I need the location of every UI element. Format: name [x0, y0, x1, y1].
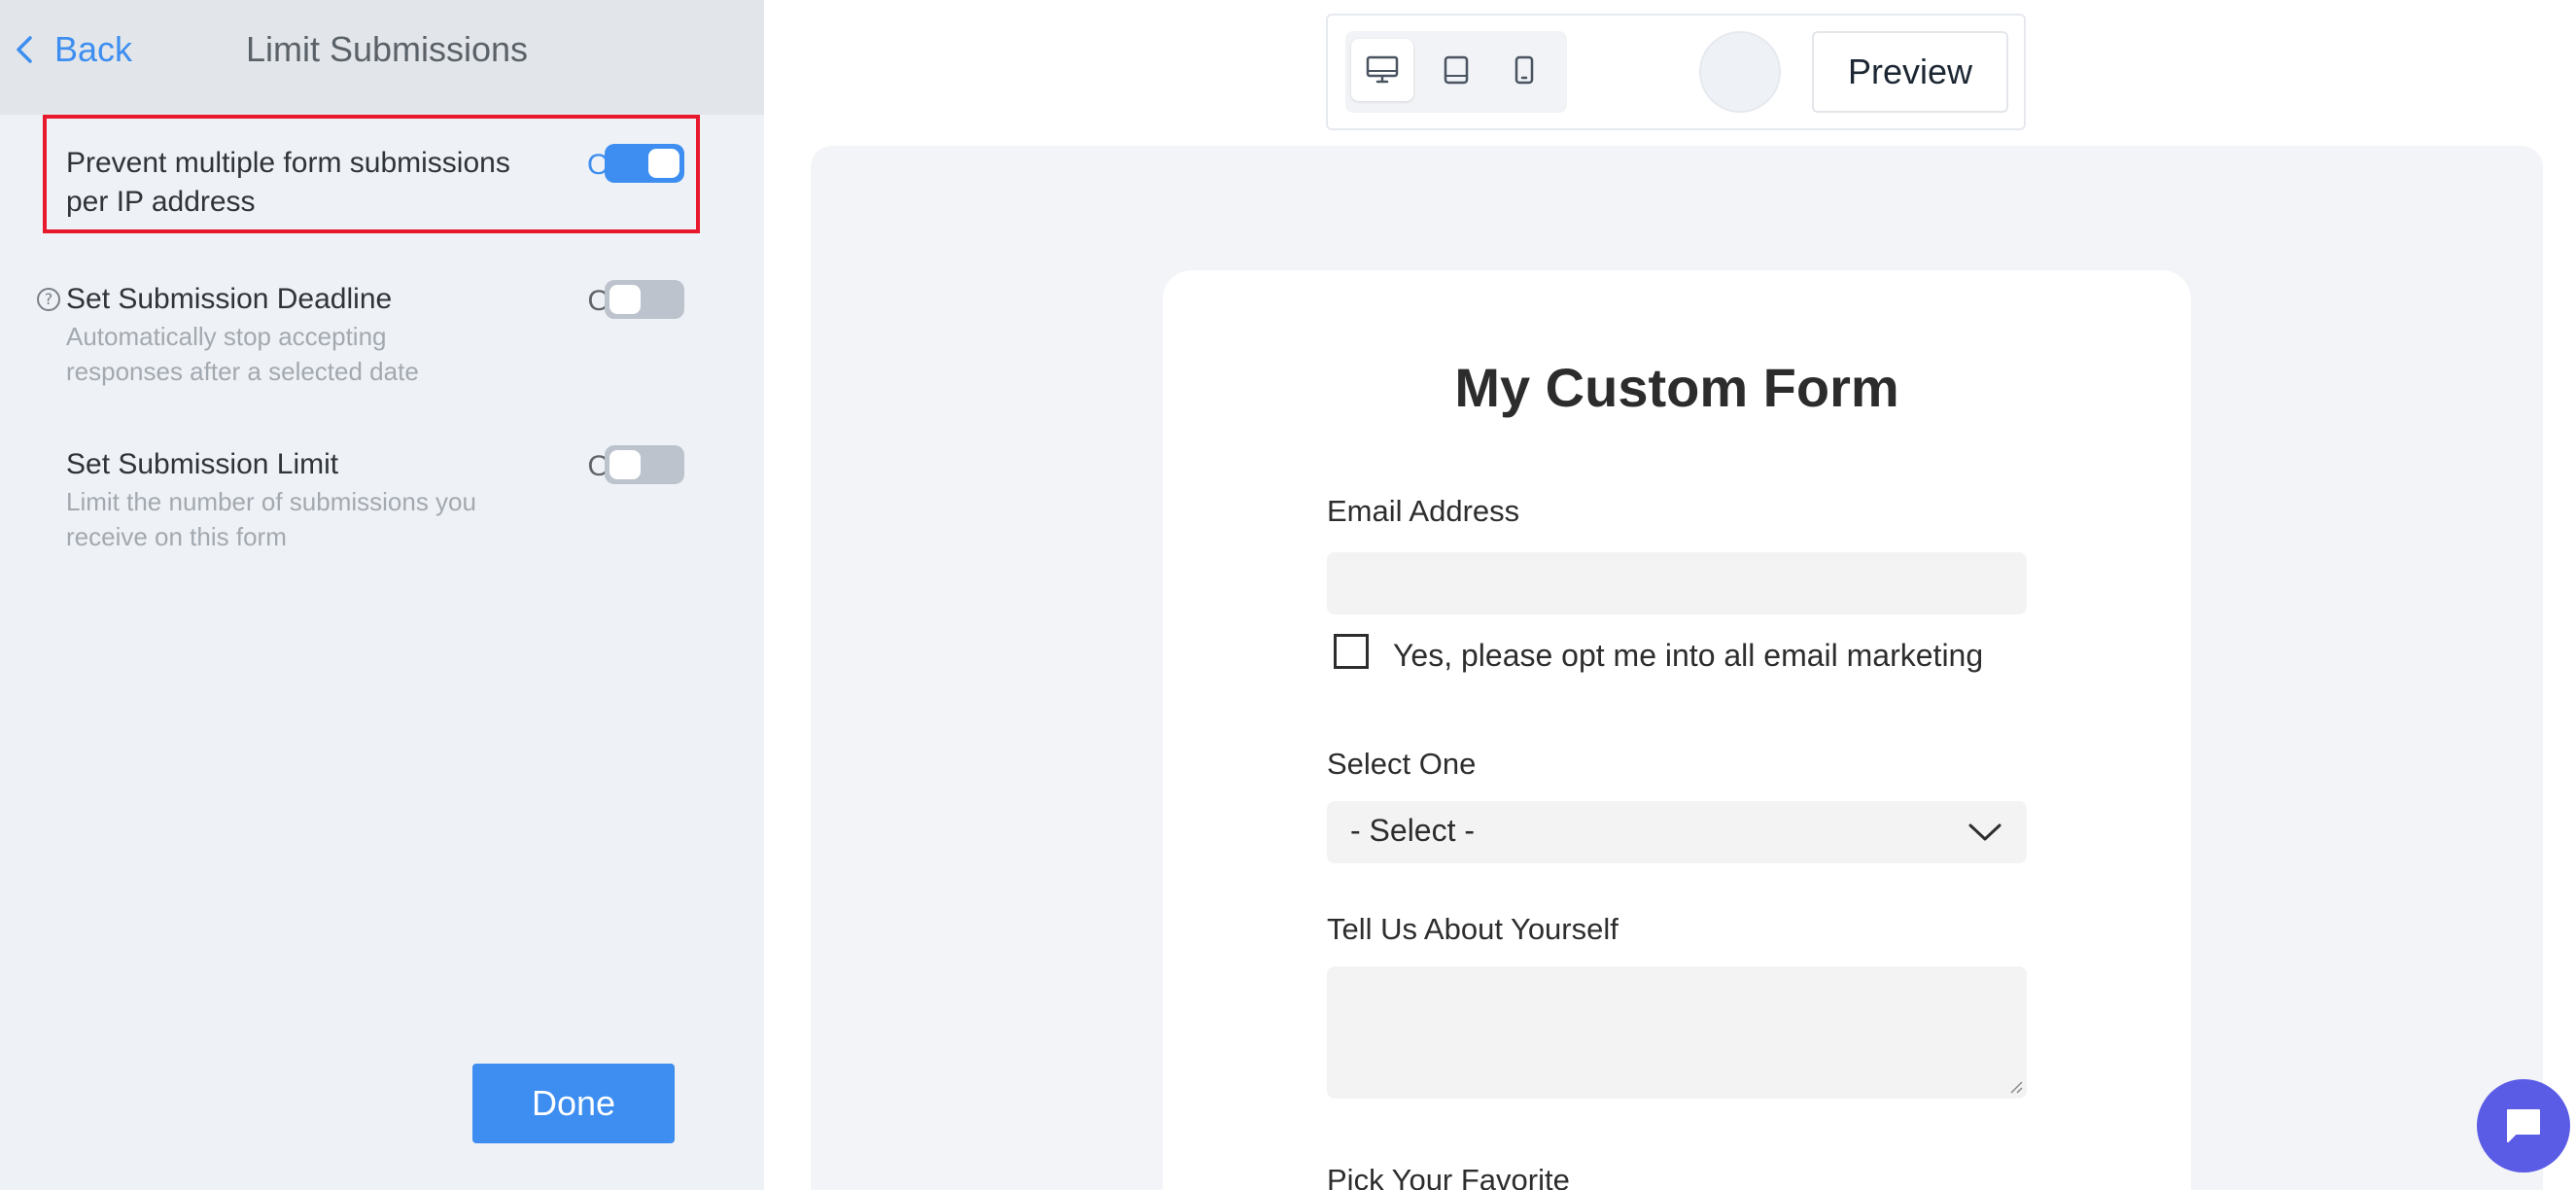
chevron-down-icon	[1968, 823, 2002, 841]
device-switcher	[1345, 31, 1567, 113]
panel-header: Back Limit Submissions	[0, 0, 764, 115]
setting-label: Set Submission Deadline	[66, 283, 393, 315]
resize-grip-icon[interactable]	[2008, 1079, 2024, 1095]
setting-label: Set Submission Limit	[66, 448, 339, 480]
favorite-label: Pick Your Favorite	[1327, 1163, 1570, 1190]
setting-submission-limit: Set Submission Limit Limit the number of…	[66, 445, 727, 554]
optin-label: Yes, please opt me into all email market…	[1393, 638, 1984, 673]
setting-description: Limit the number of submissions you rece…	[66, 487, 476, 551]
desktop-icon	[1366, 55, 1399, 84]
desktop-view-button[interactable]	[1351, 39, 1413, 101]
help-icon[interactable]: ?	[37, 288, 60, 311]
select-value: - Select -	[1350, 813, 1476, 848]
email-field[interactable]	[1327, 552, 2027, 614]
chat-icon	[2507, 1109, 2540, 1142]
setting-description: Automatically stop accepting responses a…	[66, 322, 419, 386]
setting-submission-deadline: Set Submission Deadline Automatically st…	[66, 280, 727, 389]
done-button[interactable]: Done	[472, 1064, 675, 1143]
toggle-knob	[609, 285, 641, 314]
select-label: Select One	[1327, 747, 1477, 781]
panel-title: Limit Submissions	[245, 29, 529, 69]
about-label: Tell Us About Yourself	[1327, 912, 1619, 946]
optin-checkbox[interactable]	[1334, 634, 1369, 669]
toggle-knob	[609, 450, 641, 479]
mobile-icon	[1514, 55, 1534, 85]
select-one-dropdown[interactable]: - Select -	[1327, 801, 2027, 863]
tablet-icon	[1444, 55, 1469, 85]
tablet-view-button[interactable]	[1425, 39, 1487, 101]
avatar[interactable]	[1699, 31, 1781, 113]
editor-toolbar: Preview	[1326, 14, 2026, 130]
email-label: Email Address	[1327, 494, 1520, 528]
submission-limit-toggle[interactable]	[605, 445, 684, 484]
mobile-view-button[interactable]	[1493, 39, 1555, 101]
settings-panel: Back Limit Submissions Prevent multiple …	[0, 0, 764, 1190]
submission-deadline-toggle[interactable]	[605, 280, 684, 319]
about-textarea[interactable]	[1327, 966, 2027, 1099]
highlight-box	[43, 115, 700, 233]
preview-button[interactable]: Preview	[1812, 31, 2008, 113]
form-title: My Custom Form	[1454, 357, 1899, 418]
chat-button[interactable]	[2477, 1079, 2570, 1172]
